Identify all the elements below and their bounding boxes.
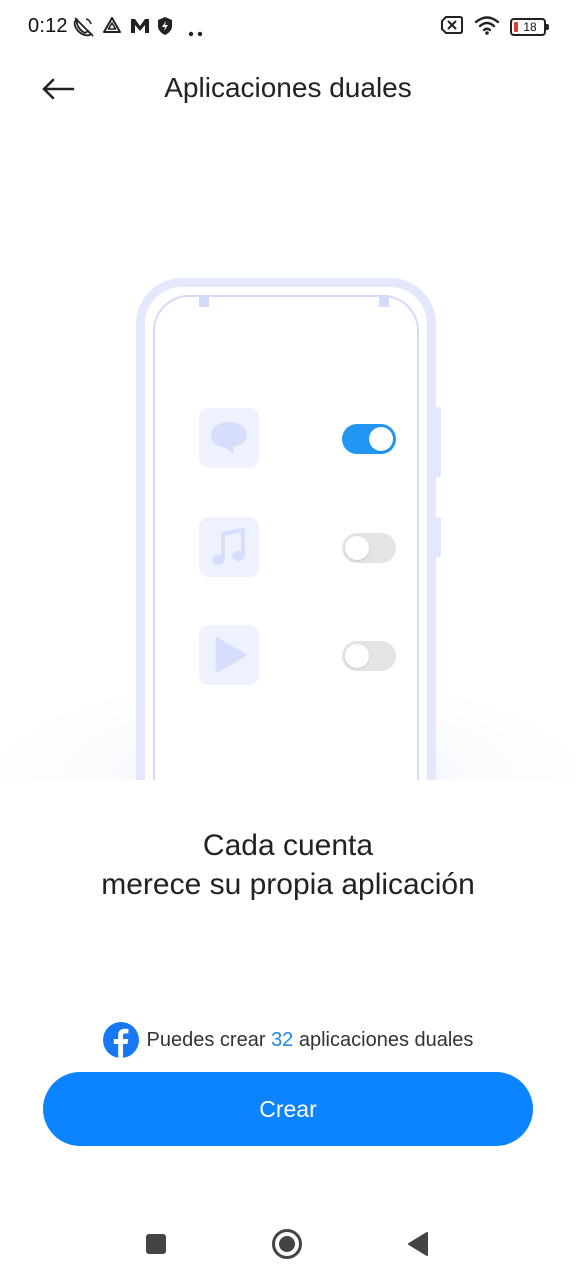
tagline: Cada cuenta merece su propia aplicación — [0, 826, 576, 904]
home-button[interactable] — [267, 1224, 307, 1264]
illustration-toggle-off — [342, 641, 396, 671]
create-button[interactable]: Crear — [43, 1072, 533, 1146]
recents-button[interactable] — [136, 1224, 176, 1264]
shield-bolt-icon — [156, 16, 174, 41]
battery-icon: 18 — [510, 18, 549, 36]
navigation-bar — [0, 1206, 576, 1280]
illustration-toggle-on — [342, 424, 396, 454]
wifi-icon — [474, 14, 500, 41]
phone-side-button — [436, 517, 441, 557]
illustration-toggle-off — [342, 533, 396, 563]
music-note-icon — [199, 517, 259, 577]
nav-back-button[interactable] — [398, 1224, 438, 1264]
info-text: Puedes crear 32 aplicaciones duales — [147, 1029, 474, 1052]
page-title: Aplicaciones duales — [164, 72, 412, 103]
back-triangle-icon — [408, 1232, 428, 1256]
call-muted-icon — [72, 16, 96, 43]
tagline-line-2: merece su propia aplicación — [101, 868, 475, 901]
info-prefix: Puedes crear — [146, 1028, 272, 1051]
info-suffix: aplicaciones duales — [293, 1028, 474, 1051]
status-right-group: 18 — [440, 14, 549, 41]
more-dots-icon — [188, 24, 204, 42]
status-bar: 0:12 18 — [0, 0, 576, 56]
illustration-phone-screen — [153, 295, 419, 780]
alert-triangle-icon — [102, 16, 122, 41]
phone-notch — [199, 295, 209, 307]
m-app-icon — [129, 16, 151, 41]
illustration-row — [199, 408, 399, 472]
sim-off-icon — [440, 15, 464, 40]
chat-bubble-icon — [199, 408, 259, 468]
play-icon — [199, 625, 259, 685]
phone-notch — [379, 295, 389, 307]
recents-square-icon — [146, 1234, 166, 1254]
header: Aplicaciones duales — [0, 56, 576, 122]
dual-apps-count-info: Puedes crear 32 aplicaciones duales — [0, 1021, 576, 1059]
status-time: 0:12 — [28, 15, 68, 37]
illustration-row — [199, 625, 399, 689]
dual-apps-illustration — [0, 270, 576, 780]
dual-apps-count: 32 — [271, 1028, 294, 1051]
phone-side-button — [436, 407, 441, 477]
tagline-line-1: Cada cuenta — [202, 829, 374, 862]
illustration-row — [199, 517, 399, 581]
illustration-phone — [136, 278, 441, 780]
battery-level: 18 — [523, 20, 537, 34]
facebook-icon — [102, 1022, 139, 1058]
home-circle-icon — [272, 1229, 302, 1259]
